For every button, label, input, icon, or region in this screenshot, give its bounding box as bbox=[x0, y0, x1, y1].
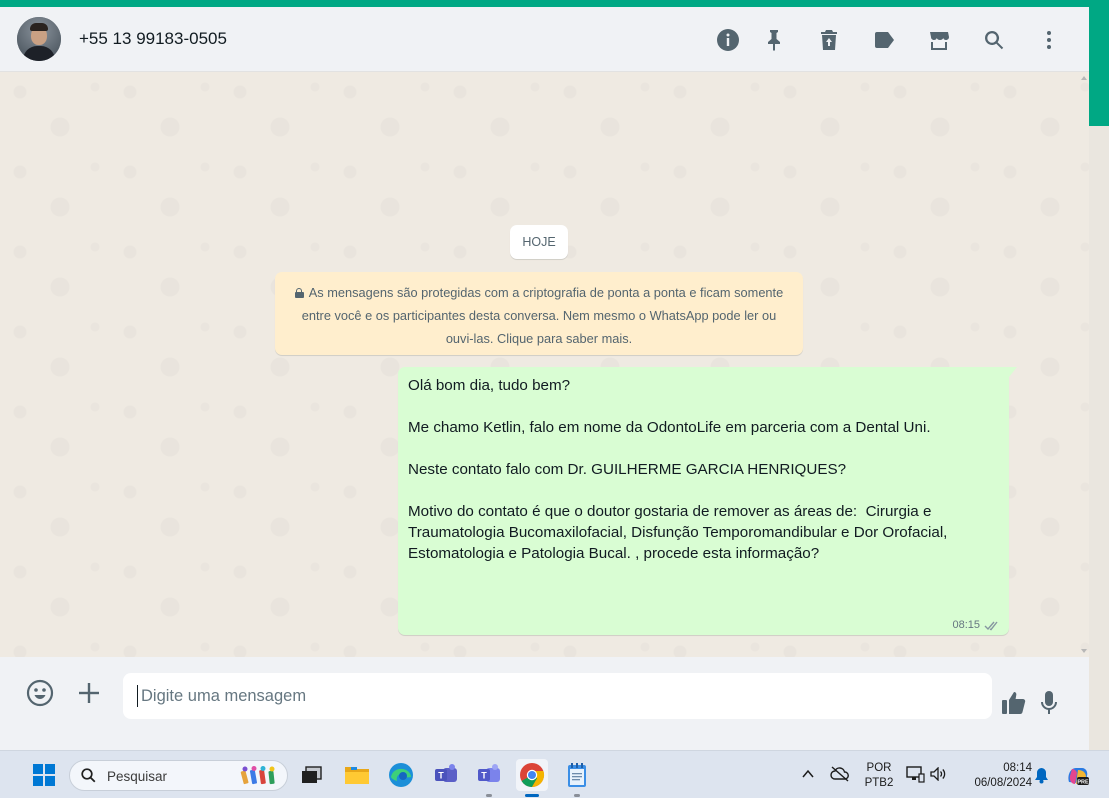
chat-window: +55 13 99183-0505 HOJE As mensagens são … bbox=[0, 7, 1089, 750]
cloud-offline-icon[interactable] bbox=[830, 766, 850, 782]
chrome-icon bbox=[520, 763, 545, 788]
taskbar-app-notepad[interactable] bbox=[561, 759, 593, 797]
outgoing-message[interactable]: Olá bom dia, tudo bem? Me chamo Ketlin, … bbox=[398, 367, 1017, 635]
copilot-icon[interactable]: PRE bbox=[1065, 764, 1091, 788]
teams-work-icon: T bbox=[435, 764, 457, 782]
date-divider: HOJE bbox=[510, 225, 568, 259]
taskbar-app-file-explorer[interactable] bbox=[341, 759, 373, 791]
pin-icon[interactable] bbox=[761, 27, 787, 53]
clock-date: 06/08/2024 bbox=[974, 777, 1032, 789]
teams-icon: T bbox=[478, 764, 500, 782]
chevron-up-icon[interactable] bbox=[802, 769, 814, 779]
attach-plus-icon[interactable] bbox=[74, 678, 104, 708]
message-input[interactable] bbox=[123, 673, 992, 719]
emoji-icon[interactable] bbox=[25, 678, 55, 708]
svg-text:PRE: PRE bbox=[1077, 779, 1089, 785]
svg-text:T: T bbox=[481, 771, 487, 781]
composer-bar bbox=[0, 657, 1089, 750]
label-icon[interactable] bbox=[871, 27, 897, 53]
search-highlight-icon bbox=[240, 766, 275, 785]
catalog-icon[interactable] bbox=[926, 27, 952, 53]
contact-avatar[interactable] bbox=[17, 17, 61, 61]
trash-icon[interactable] bbox=[816, 27, 842, 53]
windows-start-button[interactable] bbox=[28, 759, 60, 791]
info-icon[interactable] bbox=[715, 27, 741, 53]
notepad-icon bbox=[568, 763, 586, 787]
taskbar-app-teams[interactable]: T bbox=[473, 759, 505, 797]
taskbar-app-teams-work[interactable]: T bbox=[430, 759, 462, 791]
thumbs-up-icon[interactable] bbox=[999, 688, 1029, 718]
keyboard-layout: PTB2 bbox=[864, 777, 894, 789]
lock-icon bbox=[294, 288, 304, 298]
taskbar-app-edge[interactable] bbox=[385, 759, 417, 791]
taskbar-search-icon bbox=[81, 768, 96, 783]
contact-name[interactable]: +55 13 99183-0505 bbox=[79, 29, 227, 49]
svg-text:T: T bbox=[438, 771, 444, 781]
search-icon[interactable] bbox=[981, 27, 1007, 53]
windows-logo-icon bbox=[33, 764, 55, 786]
os-taskbar: Pesquisar T T POR PTB2 08:14 06/08/2024 … bbox=[0, 750, 1109, 798]
message-meta: 08:15 bbox=[952, 619, 1000, 631]
encryption-notice-text: As mensagens são protegidas com a cripto… bbox=[301, 285, 784, 346]
folder-icon bbox=[345, 767, 369, 784]
task-view-icon bbox=[302, 766, 322, 783]
taskbar-search-placeholder: Pesquisar bbox=[107, 769, 168, 784]
message-scrollbar[interactable] bbox=[1079, 72, 1089, 657]
taskbar-search[interactable]: Pesquisar bbox=[69, 760, 288, 791]
double-check-icon bbox=[984, 620, 1000, 631]
chat-header[interactable]: +55 13 99183-0505 bbox=[0, 7, 1089, 72]
message-time: 08:15 bbox=[952, 619, 980, 631]
menu-icon[interactable] bbox=[1036, 27, 1062, 53]
microphone-icon[interactable] bbox=[1034, 688, 1064, 718]
message-text: Olá bom dia, tudo bem? Me chamo Ketlin, … bbox=[408, 377, 948, 562]
input-language[interactable]: POR PTB2 bbox=[861, 761, 897, 791]
top-accent-strip bbox=[0, 0, 1109, 7]
clock-time: 08:14 bbox=[1003, 762, 1032, 774]
edge-icon bbox=[389, 763, 413, 787]
network-icon[interactable] bbox=[906, 766, 925, 783]
volume-icon[interactable] bbox=[930, 767, 947, 781]
clock[interactable]: 08:14 06/08/2024 bbox=[960, 761, 1032, 791]
text-caret bbox=[137, 685, 138, 707]
taskbar-app-chrome[interactable] bbox=[516, 759, 548, 797]
encryption-notice[interactable]: As mensagens são protegidas com a cripto… bbox=[275, 272, 803, 355]
side-panel-edge bbox=[1089, 7, 1109, 750]
task-view-button[interactable] bbox=[296, 759, 328, 791]
language-code: POR bbox=[866, 762, 892, 774]
notification-bell-icon[interactable] bbox=[1034, 767, 1049, 784]
side-panel-accent bbox=[1089, 7, 1109, 126]
